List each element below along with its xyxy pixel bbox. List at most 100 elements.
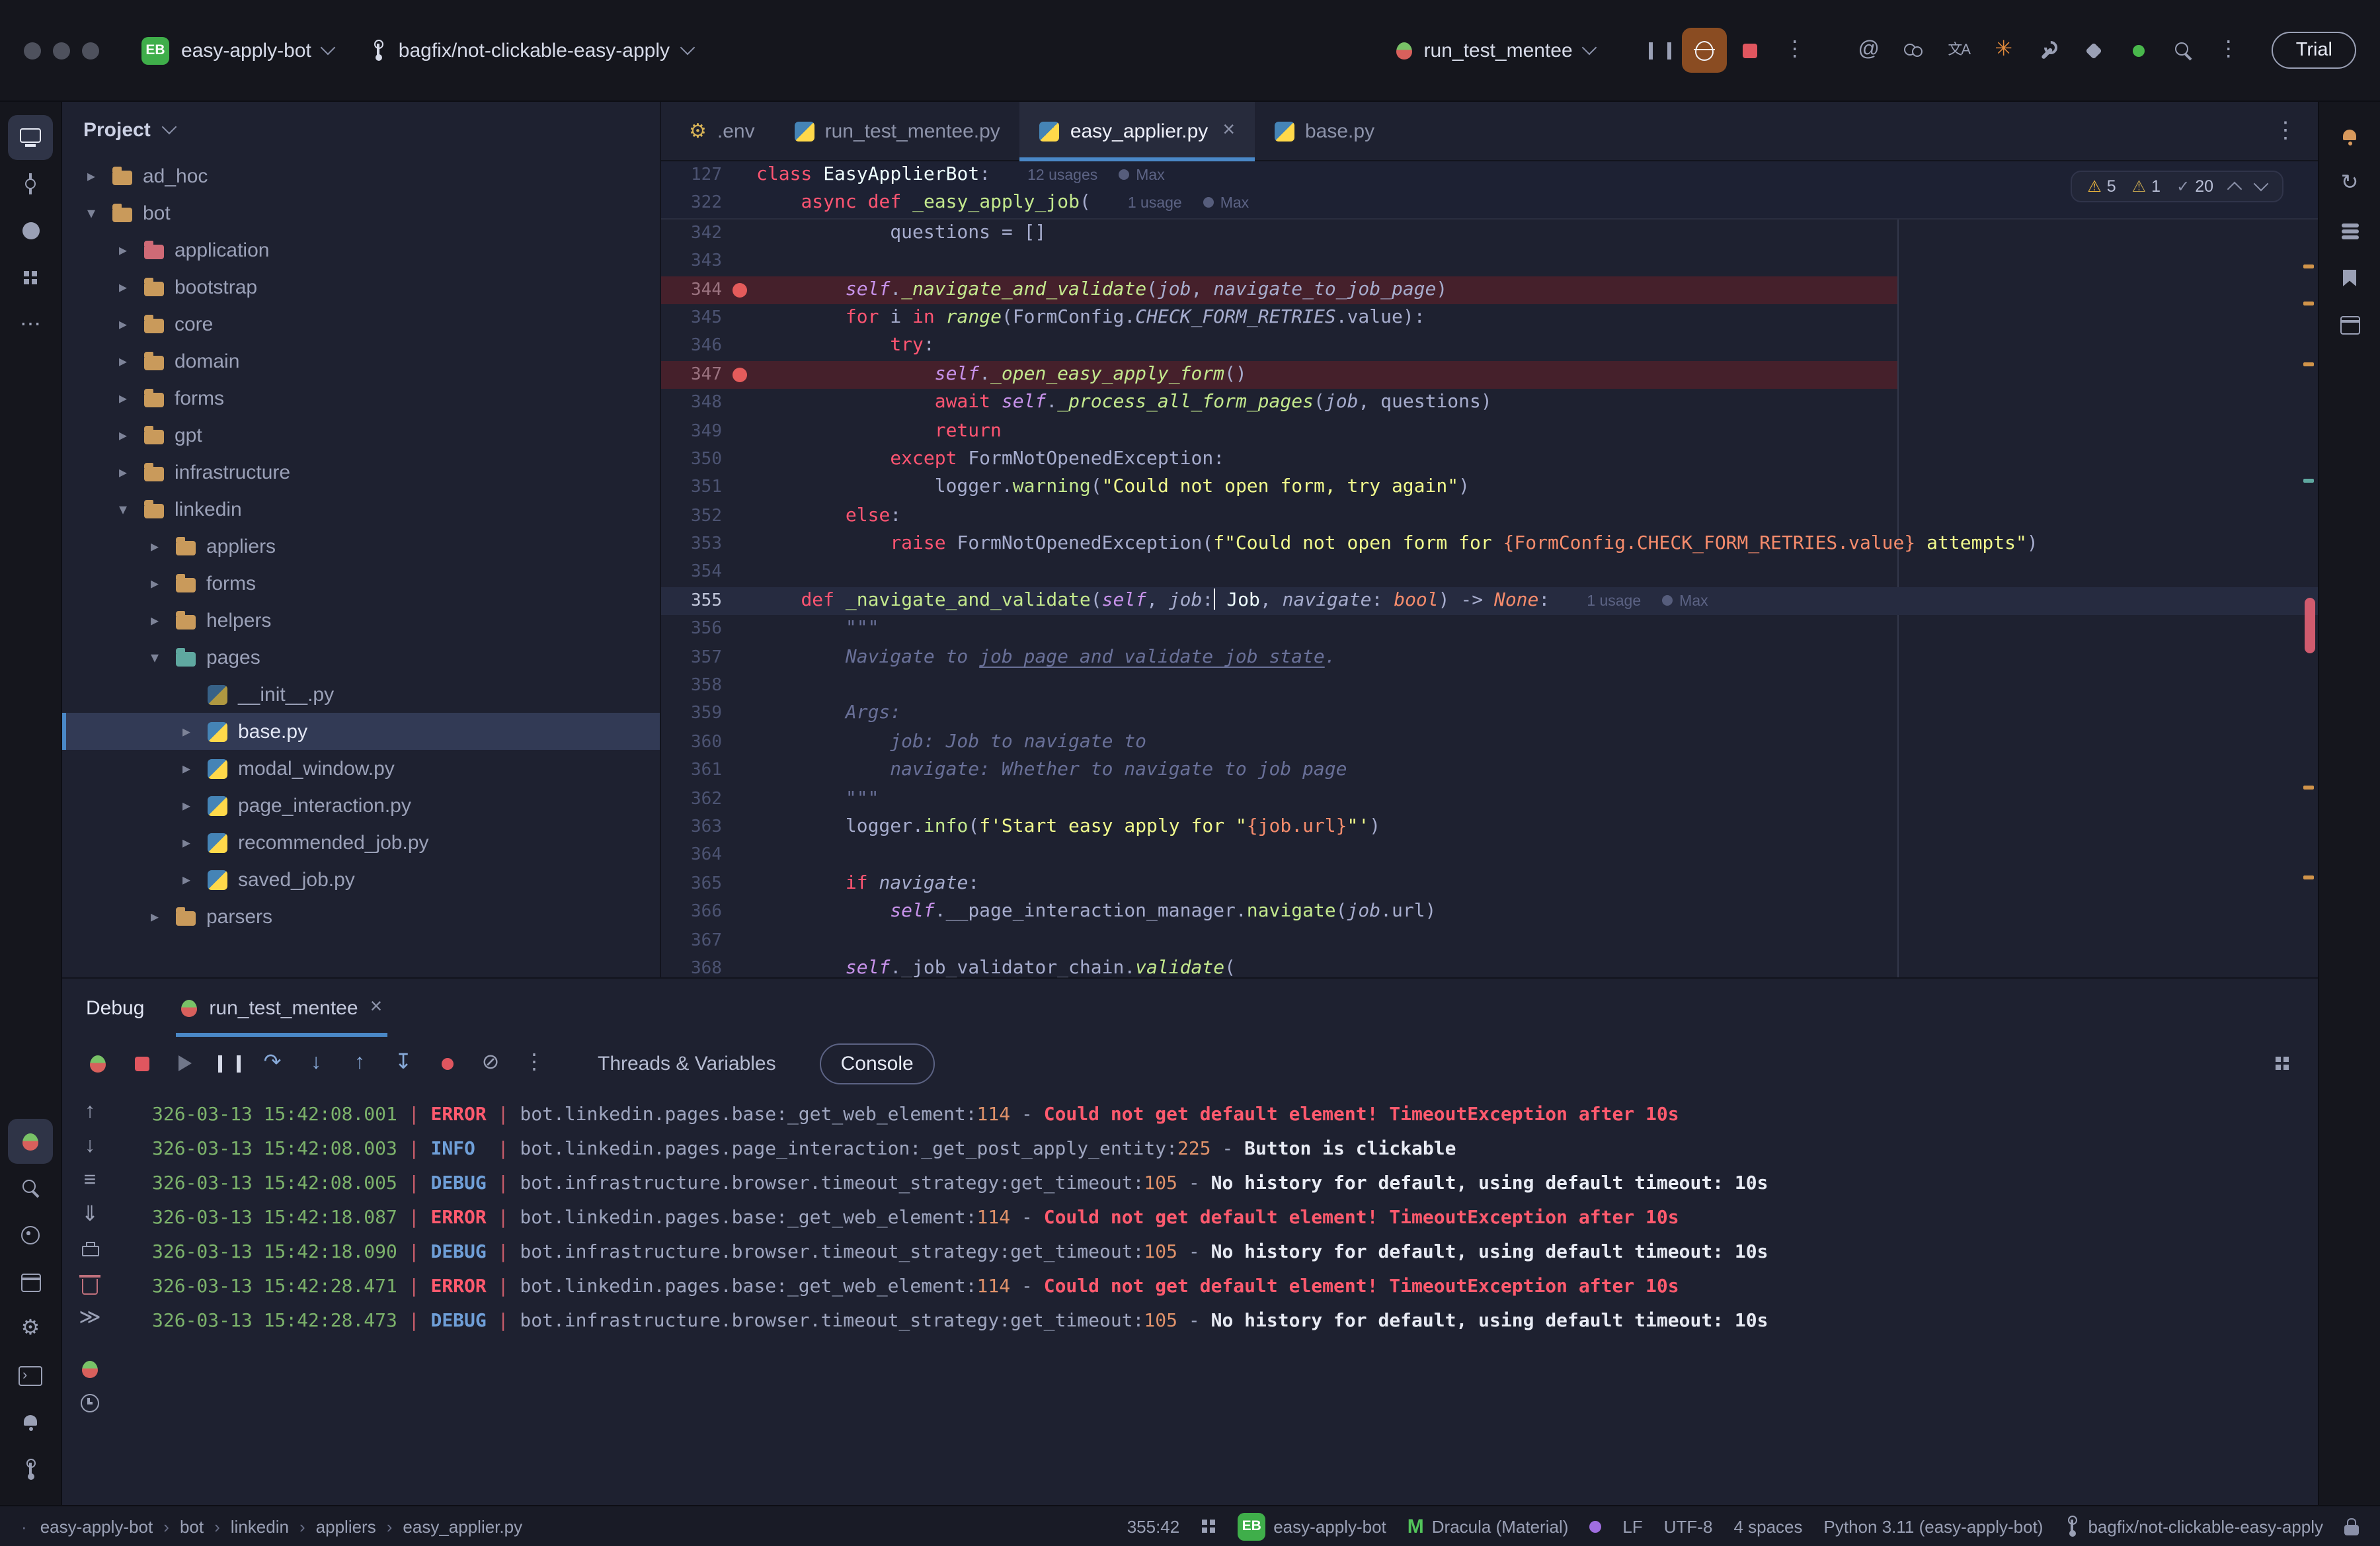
services-icon[interactable] (8, 1213, 53, 1258)
maximize-window-icon[interactable] (82, 42, 99, 59)
code-line[interactable]: 346 try: (661, 333, 2318, 361)
code-line[interactable]: 368 self._job_validator_chain.validate( (661, 955, 2318, 977)
commit-icon[interactable] (8, 161, 53, 206)
accent-color[interactable] (1589, 1520, 1601, 1532)
mute-breakpoints-icon[interactable]: ⊘ (471, 1043, 510, 1083)
editor-tab-.env[interactable]: ⚙.env (669, 102, 775, 160)
breakpoint-gutter[interactable] (722, 700, 756, 729)
breakpoint-gutter[interactable] (722, 161, 756, 190)
tree-item-appliers[interactable]: ▸appliers (62, 528, 660, 565)
warnings-badge[interactable]: ⚠5 (2087, 177, 2116, 196)
breakpoint-gutter[interactable] (722, 474, 756, 503)
line-number[interactable]: 356 (661, 616, 722, 644)
tree-chevron-icon[interactable]: ▸ (112, 426, 134, 444)
version-control-icon[interactable] (8, 1447, 53, 1492)
github-icon[interactable] (8, 208, 53, 253)
line-number[interactable]: 355 (661, 587, 722, 616)
tree-item-bot[interactable]: ▾bot (62, 194, 660, 231)
code-line[interactable]: 365 if navigate: (661, 870, 2318, 899)
tree-item-bootstrap[interactable]: ▸bootstrap (62, 268, 660, 305)
tree-item-pages[interactable]: ▾pages (62, 639, 660, 676)
editor-tab-base.py[interactable]: base.py (1255, 102, 1394, 160)
line-number[interactable]: 346 (661, 333, 722, 361)
tree-item-recommended_job.py[interactable]: ▸recommended_job.py (62, 824, 660, 861)
tab-threads-variables[interactable]: Threads & Variables (576, 1043, 797, 1084)
layout-settings-icon[interactable] (2262, 1043, 2302, 1083)
clear-icon[interactable] (71, 1267, 108, 1301)
tree-chevron-icon[interactable]: ▸ (112, 352, 134, 370)
tree-chevron-icon[interactable]: ▸ (112, 241, 134, 259)
debug-tool-icon[interactable] (8, 1119, 53, 1164)
indent-widget[interactable]: 4 spaces (1733, 1516, 1802, 1536)
terminal-icon[interactable] (8, 1354, 53, 1399)
breakpoint-gutter[interactable] (722, 190, 756, 218)
step-out-icon[interactable]: ↑ (340, 1043, 379, 1083)
code-line[interactable]: 361 navigate: Whether to navigate to job… (661, 756, 2318, 785)
code-line[interactable]: 342 questions = [] (661, 220, 2318, 248)
notifications-icon[interactable] (2327, 114, 2372, 159)
author-hint[interactable]: Max (1119, 168, 1164, 184)
tree-item-gpt[interactable]: ▸gpt (62, 417, 660, 454)
project-widget[interactable]: EBeasy-apply-bot (1238, 1512, 1386, 1540)
line-number[interactable]: 127 (661, 161, 722, 190)
warning-marker[interactable] (2303, 786, 2314, 790)
code-line[interactable]: 357 Navigate to job page and validate jo… (661, 643, 2318, 672)
tree-chevron-icon[interactable]: ▸ (112, 315, 134, 333)
collaboration-icon[interactable] (1891, 28, 1936, 73)
close-icon[interactable]: × (370, 996, 383, 1020)
breakpoint-gutter[interactable] (722, 756, 756, 785)
breadcrumb-item[interactable]: easy-apply-bot (40, 1516, 153, 1536)
breakpoint-gutter[interactable] (722, 276, 756, 304)
tree-item-__init__.py[interactable]: __init__.py (62, 676, 660, 713)
tree-chevron-icon[interactable]: ▸ (81, 167, 102, 185)
tree-chevron-icon[interactable]: ▸ (112, 389, 134, 407)
code-line[interactable]: 344 self._navigate_and_validate(job, nav… (661, 276, 2318, 304)
author-hint[interactable]: Max (1662, 594, 1708, 610)
scrollbar-thumb[interactable] (2305, 598, 2315, 653)
line-number[interactable]: 344 (661, 276, 722, 304)
line-number[interactable]: 350 (661, 446, 722, 474)
breakpoint-gutter[interactable] (722, 587, 756, 616)
more-icon[interactable]: ⋮ (514, 1043, 554, 1083)
tree-item-domain[interactable]: ▸domain (62, 343, 660, 380)
more-icon[interactable]: ⋮ (1772, 28, 1817, 73)
translate-icon[interactable]: 文A (1936, 28, 1981, 73)
breakpoint-gutter[interactable] (722, 842, 756, 870)
scroll-end-icon[interactable]: ⇓ (71, 1198, 108, 1233)
inspections-widget[interactable]: ⚠5⚠1✓20 (2070, 171, 2283, 202)
trial-button[interactable]: Trial (2272, 32, 2356, 69)
warning-marker[interactable] (2303, 264, 2314, 268)
tree-chevron-icon[interactable]: ▾ (144, 648, 165, 667)
code-line[interactable]: 345 for i in range(FormConfig.CHECK_FORM… (661, 304, 2318, 333)
breakpoint-gutter[interactable] (722, 813, 756, 842)
project-selector[interactable]: EB easy-apply-bot (128, 27, 347, 73)
code-line[interactable]: 355 def _navigate_and_validate(self, job… (661, 587, 2318, 616)
build-icon[interactable] (2327, 302, 2372, 347)
tab-console[interactable]: Console (820, 1043, 935, 1084)
code-line[interactable]: 364 (661, 842, 2318, 870)
tree-item-ad_hoc[interactable]: ▸ad_hoc (62, 157, 660, 194)
console-output[interactable]: 326-03-13 15:42:08.001 | ERROR | bot.lin… (118, 1090, 2318, 1505)
session-icon[interactable] (71, 1352, 108, 1386)
resume-icon[interactable] (165, 1043, 205, 1083)
breakpoint-icon[interactable] (732, 283, 746, 298)
history-icon[interactable] (71, 1386, 108, 1420)
tree-chevron-icon[interactable]: ▸ (144, 537, 165, 555)
line-number[interactable]: 359 (661, 700, 722, 729)
line-number[interactable]: 349 (661, 417, 722, 446)
line-number[interactable]: 351 (661, 474, 722, 503)
tree-item-parsers[interactable]: ▸parsers (62, 898, 660, 935)
breakpoint-gutter[interactable] (722, 417, 756, 446)
caret-position[interactable]: 355:42 (1127, 1516, 1180, 1536)
pause-icon[interactable] (209, 1043, 249, 1083)
debug-session-tab[interactable]: run_test_mentee × (176, 979, 387, 1037)
tree-chevron-icon[interactable]: ▾ (81, 204, 102, 222)
interpreter[interactable]: Python 3.11 (easy-apply-bot) (1824, 1516, 2043, 1536)
tab-options-icon[interactable]: ⋮ (2253, 102, 2318, 160)
line-number[interactable]: 345 (661, 304, 722, 333)
code-line[interactable]: 358 (661, 672, 2318, 700)
code-line[interactable]: 322 async def _easy_apply_job(1 usageMax (661, 190, 2318, 218)
run-to-cursor-icon[interactable]: ↧ (383, 1043, 423, 1083)
print-icon[interactable] (71, 1233, 108, 1267)
prev-problem-icon[interactable] (2227, 182, 2242, 197)
